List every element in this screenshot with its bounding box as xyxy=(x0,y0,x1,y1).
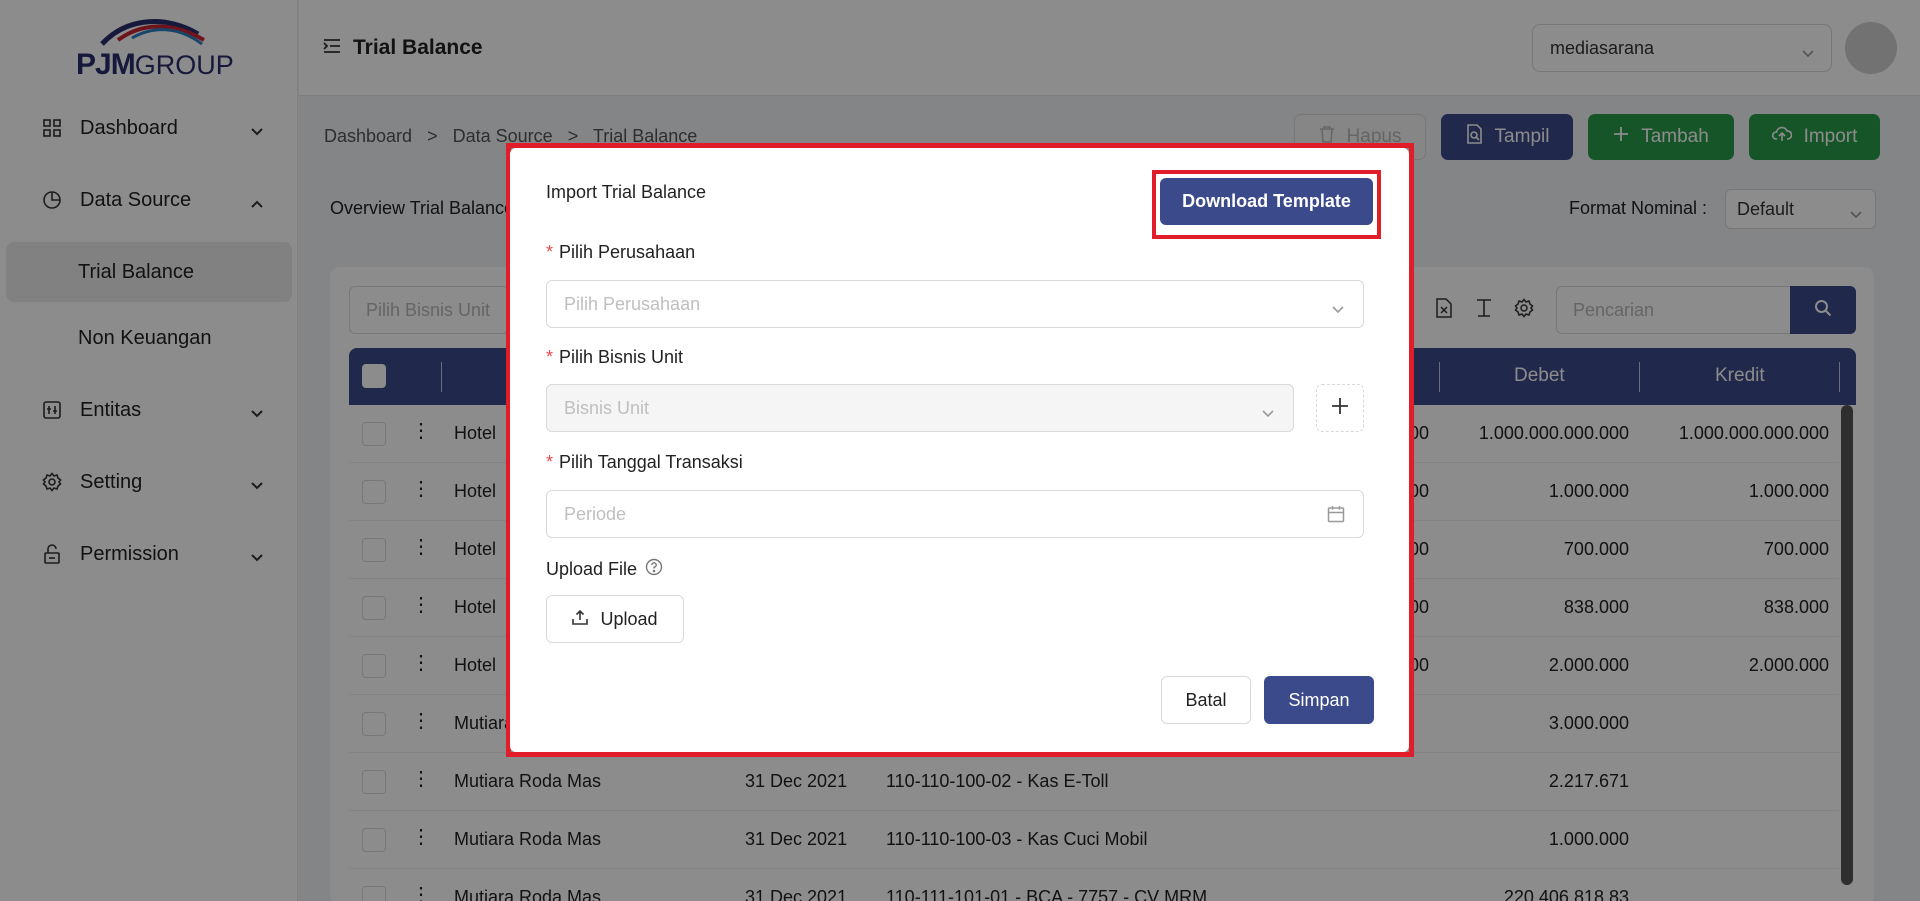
upload-button[interactable]: Upload xyxy=(546,595,684,643)
tanggal-transaksi-label: * Pilih Tanggal Transaksi xyxy=(546,452,743,472)
perusahaan-label: * Pilih Perusahaan xyxy=(546,242,696,262)
upload-label: Upload xyxy=(600,608,658,629)
help-circle-icon[interactable] xyxy=(645,558,663,581)
upload-icon xyxy=(572,609,589,630)
batal-button[interactable]: Batal xyxy=(1161,676,1251,724)
bisnis-unit-placeholder: Bisnis Unit xyxy=(564,397,650,418)
chevron-down-icon xyxy=(1261,403,1275,424)
add-bisnis-unit-button[interactable] xyxy=(1316,384,1364,432)
calendar-icon xyxy=(1327,505,1345,528)
chevron-down-icon xyxy=(1331,299,1345,320)
upload-file-label: Upload File xyxy=(546,558,663,581)
plus-icon xyxy=(1331,397,1349,420)
bisnis-unit-label: * Pilih Bisnis Unit xyxy=(546,347,684,367)
periode-placeholder: Periode xyxy=(564,503,627,524)
download-template-button[interactable]: Download Template xyxy=(1160,178,1373,225)
modal-title: Import Trial Balance xyxy=(546,182,707,202)
simpan-button[interactable]: Simpan xyxy=(1264,676,1374,724)
perusahaan-select[interactable]: Pilih Perusahaan xyxy=(546,280,1364,328)
bisnis-unit-select[interactable]: Bisnis Unit xyxy=(546,384,1294,432)
perusahaan-placeholder: Pilih Perusahaan xyxy=(564,293,701,314)
periode-date-picker[interactable]: Periode xyxy=(546,490,1364,538)
